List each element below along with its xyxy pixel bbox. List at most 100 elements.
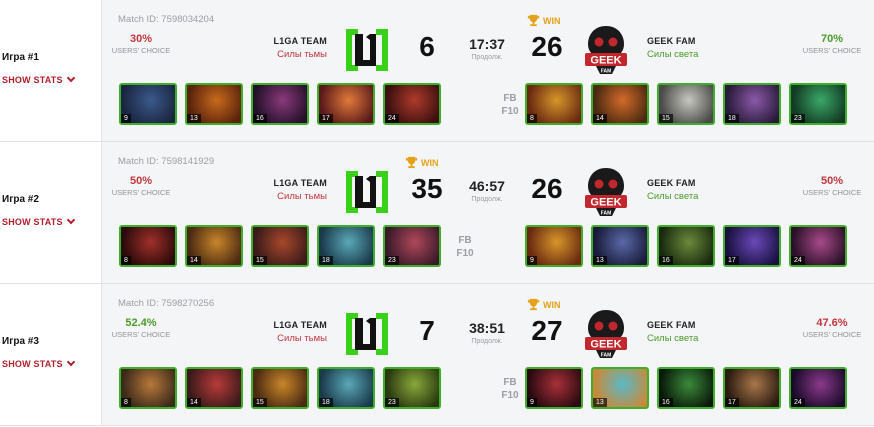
game-row: Игра #1 SHOW STATS Match ID: 7598034204 … <box>0 0 874 142</box>
left-hero-slot[interactable]: 15 <box>251 367 309 409</box>
hero-level: 9 <box>527 398 537 407</box>
right-hero-slot[interactable]: 23 <box>789 83 847 125</box>
hero-level: 15 <box>253 256 267 265</box>
hero-level: 16 <box>659 398 673 407</box>
svg-text:GEEK: GEEK <box>590 339 621 351</box>
left-team-name: L1GA TEAM <box>273 320 327 330</box>
left-hero-slot[interactable]: 16 <box>251 83 309 125</box>
left-team-name: L1GA TEAM <box>273 178 327 188</box>
right-team: GEEK FAM Силы света <box>647 36 732 60</box>
right-hero-slot[interactable]: 16 <box>657 225 715 267</box>
left-score: 6 <box>419 31 435 62</box>
show-stats-button[interactable]: SHOW STATS <box>2 357 75 369</box>
left-hero-slot[interactable]: 18 <box>317 225 375 267</box>
right-users-choice: 70% USERS' CHOICE <box>797 33 867 55</box>
trophy-icon <box>527 298 540 313</box>
left-team: L1GA TEAM Силы тьмы <box>242 36 327 60</box>
show-stats-button[interactable]: SHOW STATS <box>2 73 75 85</box>
win-badge: WIN <box>527 298 561 313</box>
right-hero-slot[interactable]: 13 <box>591 225 649 267</box>
left-hero-slot[interactable]: 9 <box>119 83 177 125</box>
left-choice-label: USERS' CHOICE <box>111 330 171 339</box>
right-hero-slot[interactable]: 18 <box>723 83 781 125</box>
win-badge: WIN <box>405 156 439 171</box>
game-label: Игра #2 <box>2 194 39 205</box>
match-id: Match ID: 7598141929 <box>118 156 215 167</box>
hero-level: 24 <box>385 114 399 123</box>
right-score: 26 <box>531 31 563 62</box>
left-hero-slot[interactable]: 8 <box>119 367 177 409</box>
game-label: Игра #3 <box>2 336 39 347</box>
duration-label: Продолж. <box>471 196 503 203</box>
hero-level: 23 <box>385 256 399 265</box>
trophy-icon <box>405 156 418 171</box>
left-hero-slot[interactable]: 15 <box>251 225 309 267</box>
left-hero-slot[interactable]: 13 <box>185 83 243 125</box>
hero-level: 24 <box>791 398 805 407</box>
left-choice-percent: 50% <box>129 175 153 187</box>
duration-label: Продолж. <box>471 54 503 61</box>
right-hero-slot[interactable]: 17 <box>723 367 781 409</box>
hero-level: 9 <box>527 256 537 265</box>
left-hero-slot[interactable]: 23 <box>383 367 441 409</box>
match-panel: Match ID: 7598141929 50% USERS' CHOICE L… <box>101 142 874 284</box>
game-row: Игра #3 SHOW STATS Match ID: 7598270256 … <box>0 284 874 426</box>
l1ga-team-logo-icon <box>342 167 392 217</box>
hero-level: 14 <box>187 256 201 265</box>
left-score: 7 <box>419 315 435 346</box>
l1ga-team-logo-icon <box>342 309 392 359</box>
right-hero-slot[interactable]: 9 <box>525 367 583 409</box>
right-choice-percent: 50% <box>820 175 844 187</box>
hero-level: 13 <box>593 256 607 265</box>
right-hero-slot[interactable]: 13 <box>591 367 649 409</box>
left-hero-slot[interactable]: 18 <box>317 367 375 409</box>
right-hero-slot[interactable]: 16 <box>657 367 715 409</box>
left-hero-slot[interactable]: 24 <box>383 83 441 125</box>
left-score: 35 <box>411 173 443 204</box>
duration-time: 38:51 <box>469 320 505 336</box>
game-label: Игра #1 <box>2 52 39 63</box>
first-10-label: F10 <box>456 248 474 259</box>
left-team-side: Силы тьмы <box>277 333 327 344</box>
win-label: WIN <box>543 299 561 310</box>
hero-level: 18 <box>319 256 333 265</box>
right-hero-slot[interactable]: 14 <box>591 83 649 125</box>
match-id: Match ID: 7598270256 <box>118 298 215 309</box>
left-hero-slot[interactable]: 17 <box>317 83 375 125</box>
match-duration: 38:51 Продолж. <box>457 320 517 345</box>
match-id: Match ID: 7598034204 <box>118 14 215 25</box>
left-hero-slot[interactable]: 23 <box>383 225 441 267</box>
right-hero-slot[interactable]: 9 <box>525 225 583 267</box>
hero-level: 23 <box>791 114 805 123</box>
right-hero-slot[interactable]: 24 <box>789 367 847 409</box>
right-hero-slot[interactable]: 8 <box>525 83 583 125</box>
left-choice-label: USERS' CHOICE <box>111 46 171 55</box>
right-hero-slot[interactable]: 17 <box>723 225 781 267</box>
right-team-name: GEEK FAM <box>647 178 696 188</box>
left-choice-label: USERS' CHOICE <box>111 188 171 197</box>
fb-f10-indicator: FB F10 <box>452 234 478 260</box>
right-hero-slot[interactable]: 24 <box>789 225 847 267</box>
hero-level: 8 <box>527 114 537 123</box>
chevron-down-icon <box>66 215 75 225</box>
left-hero-slot[interactable]: 14 <box>185 225 243 267</box>
geek-fam-logo-icon: GEEK FAM <box>584 25 628 75</box>
game-sidebar: Игра #3 SHOW STATS <box>0 284 101 426</box>
chevron-down-icon <box>66 73 75 83</box>
duration-label: Продолж. <box>471 338 503 345</box>
fb-f10-indicator: FB F10 <box>497 376 523 402</box>
show-stats-button[interactable]: SHOW STATS <box>2 215 75 227</box>
l1ga-team-logo-icon <box>342 25 392 75</box>
chevron-down-icon <box>66 357 75 367</box>
hero-level: 16 <box>253 114 267 123</box>
left-hero-slot[interactable]: 14 <box>185 367 243 409</box>
hero-level: 18 <box>319 398 333 407</box>
right-team-side: Силы света <box>647 49 699 60</box>
first-blood-label: FB <box>503 377 517 388</box>
left-hero-slot[interactable]: 8 <box>119 225 177 267</box>
left-users-choice: 52.4% USERS' CHOICE <box>106 317 176 339</box>
right-choice-label: USERS' CHOICE <box>802 330 862 339</box>
right-hero-slot[interactable]: 15 <box>657 83 715 125</box>
show-stats-label: SHOW STATS <box>2 359 63 369</box>
left-choice-percent: 30% <box>129 33 153 45</box>
